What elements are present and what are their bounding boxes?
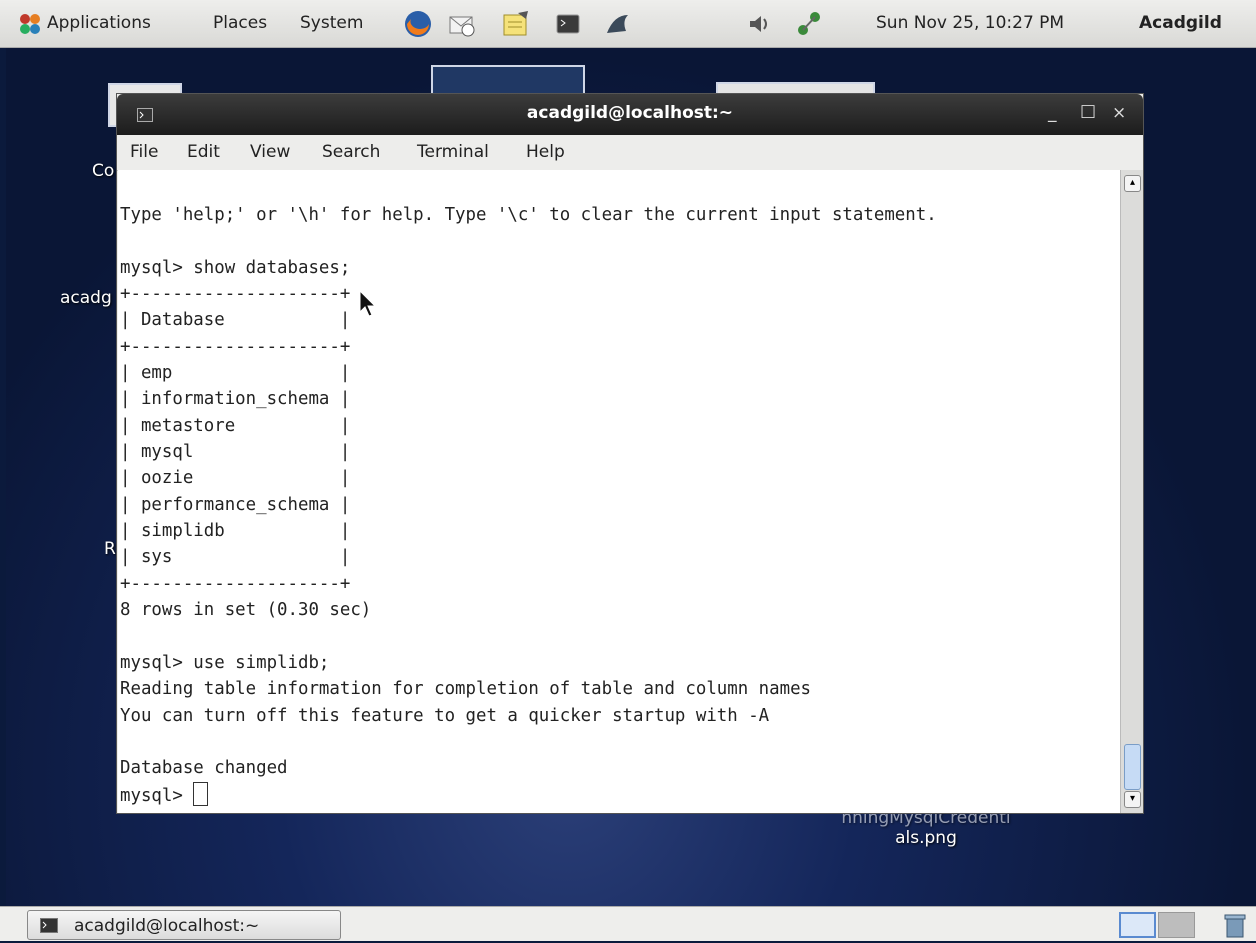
taskbar-terminal-button[interactable]: acadgild@localhost:~ xyxy=(27,910,341,940)
terminal-line: | oozie | xyxy=(120,468,351,489)
computer-icon-label: Co xyxy=(92,161,115,181)
menu-file[interactable]: File xyxy=(130,142,158,162)
home-folder-label: acadg xyxy=(60,288,112,308)
terminal-output: Type 'help;' or '\h' for help. Type '\c'… xyxy=(120,202,937,809)
mysql-workbench-icon[interactable] xyxy=(604,9,634,39)
terminal-lines: Type 'help;' or '\h' for help. Type '\c'… xyxy=(120,205,937,778)
text-editor-icon[interactable] xyxy=(500,9,530,39)
menu-view[interactable]: View xyxy=(250,142,290,162)
bottom-panel: acadgild@localhost:~ xyxy=(0,906,1256,941)
menu-search[interactable]: Search xyxy=(322,142,380,162)
mouse-pointer-icon xyxy=(359,289,379,320)
terminal-line: +--------------------+ xyxy=(120,336,351,357)
applications-menu[interactable]: Applications xyxy=(47,13,151,33)
firefox-icon[interactable] xyxy=(403,9,433,39)
terminal-line: Reading table information for completion… xyxy=(120,679,812,700)
terminal-title: acadgild@localhost:~ xyxy=(526,103,734,123)
terminal-line: mysql> use simplidb; xyxy=(120,652,330,673)
clock[interactable]: Sun Nov 25, 10:27 PM xyxy=(876,13,1064,33)
terminal-line: | emp | xyxy=(120,363,351,384)
scroll-down-button[interactable]: ▾ xyxy=(1124,791,1141,808)
menu-help[interactable]: Help xyxy=(526,142,565,162)
scroll-up-button[interactable]: ▴ xyxy=(1124,175,1141,192)
system-menu[interactable]: System xyxy=(300,13,363,33)
terminal-line: Database changed xyxy=(120,758,288,779)
terminal-launcher-icon[interactable] xyxy=(553,9,583,39)
terminal-line: | metastore | xyxy=(120,415,351,436)
trash-icon-label: R xyxy=(104,539,116,559)
file-icon-label-line2: als.png xyxy=(895,828,957,848)
minimize-icon[interactable]: _ xyxy=(1048,103,1057,123)
terminal-line: | information_schema | xyxy=(120,389,351,410)
applications-menu-icon xyxy=(18,12,42,36)
places-menu[interactable]: Places xyxy=(213,13,267,33)
top-panel: Applications Places System Sun Nov 25, 1… xyxy=(0,0,1256,48)
user-menu[interactable]: Acadgild xyxy=(1139,13,1222,33)
taskbar-terminal-label: acadgild@localhost:~ xyxy=(74,916,260,936)
terminal-line: Type 'help;' or '\h' for help. Type '\c'… xyxy=(120,205,937,225)
trash-applet-icon[interactable] xyxy=(1222,911,1248,939)
mail-clock-icon[interactable] xyxy=(447,9,477,39)
menu-edit[interactable]: Edit xyxy=(187,142,220,162)
terminal-line: | sys | xyxy=(120,547,351,568)
terminal-line: | mysql | xyxy=(120,442,351,463)
terminal-line: +--------------------+ xyxy=(120,573,351,594)
workspace-1[interactable] xyxy=(1119,912,1156,938)
terminal-line: | performance_schema | xyxy=(120,494,351,515)
terminal-line: mysql> show databases; xyxy=(120,257,351,278)
terminal-window: acadgild@localhost:~ _ □ × File Edit Vie… xyxy=(116,93,1144,814)
workspace-2[interactable] xyxy=(1158,912,1195,938)
terminal-line: You can turn off this feature to get a q… xyxy=(120,705,770,726)
terminal-line: +--------------------+ xyxy=(120,284,351,305)
network-icon[interactable] xyxy=(794,9,824,39)
terminal-content[interactable]: Type 'help;' or '\h' for help. Type '\c'… xyxy=(118,170,1120,813)
scrollbar-thumb[interactable] xyxy=(1124,744,1141,790)
text-cursor xyxy=(193,781,209,806)
terminal-line: | simplidb | xyxy=(120,521,351,542)
terminal-titlebar[interactable]: acadgild@localhost:~ _ □ × xyxy=(117,94,1143,135)
terminal-line: | Database | xyxy=(120,310,351,331)
terminal-scrollbar[interactable]: ▴ ▾ xyxy=(1120,170,1143,813)
close-icon[interactable]: × xyxy=(1112,103,1126,123)
volume-icon[interactable] xyxy=(745,9,775,39)
terminal-task-icon xyxy=(40,918,58,933)
menu-terminal[interactable]: Terminal xyxy=(417,142,489,162)
file-icon-label[interactable]: nningMysqlCredenti als.png xyxy=(776,808,1076,848)
terminal-prompt: mysql> xyxy=(120,785,194,806)
terminal-menubar: File Edit View Search Terminal Help xyxy=(117,135,1143,171)
maximize-icon[interactable]: □ xyxy=(1080,101,1096,121)
terminal-line: 8 rows in set (0.30 sec) xyxy=(120,600,372,621)
